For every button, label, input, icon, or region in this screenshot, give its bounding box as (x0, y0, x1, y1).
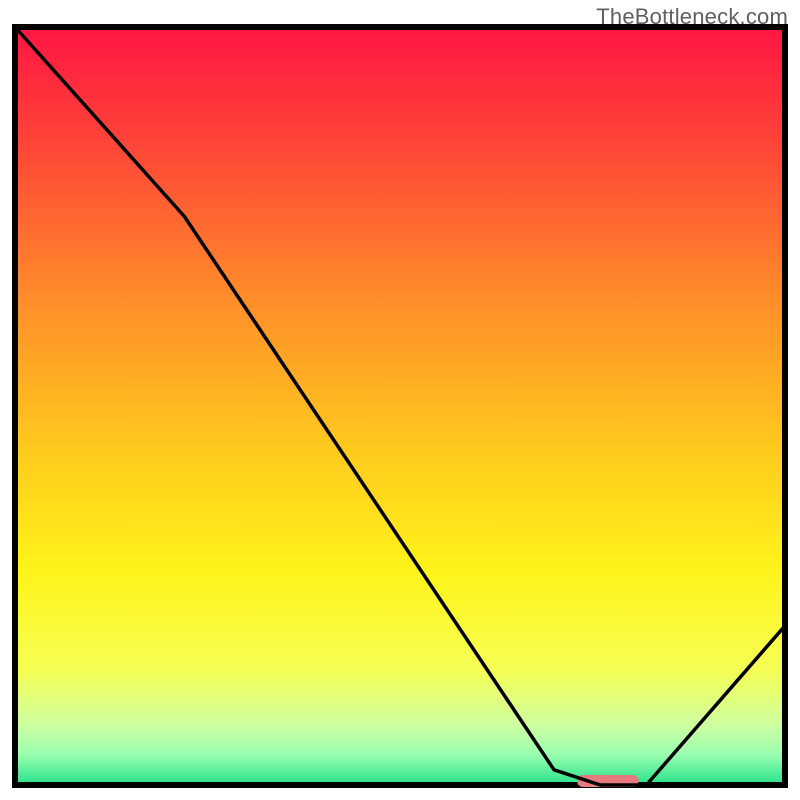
chart-background (15, 27, 785, 785)
chart-plot (12, 24, 788, 788)
chart-svg (12, 24, 788, 788)
